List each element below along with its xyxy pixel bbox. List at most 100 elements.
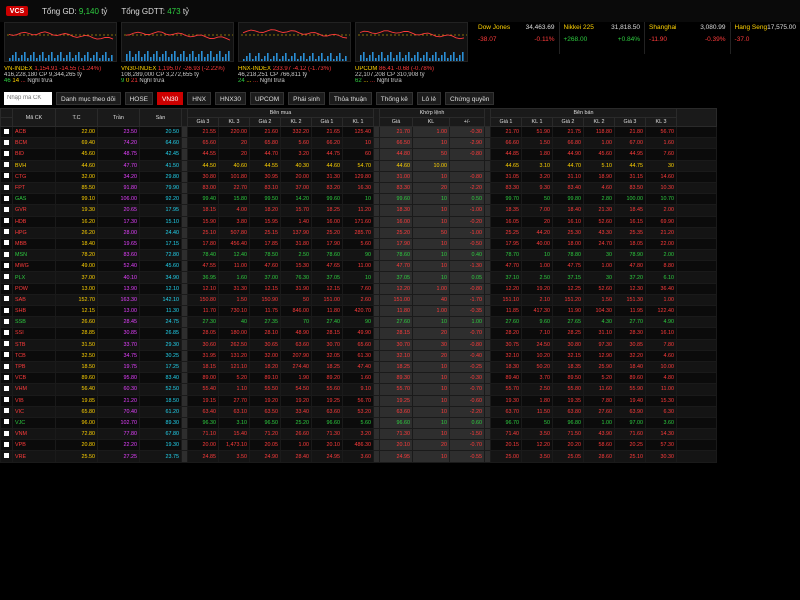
- stock-code[interactable]: VHM: [12, 383, 56, 396]
- ask-price-2[interactable]: 16.10: [552, 215, 584, 228]
- bid-price-3[interactable]: 15.90: [187, 215, 219, 228]
- ask-price-2[interactable]: 25.05: [552, 450, 584, 463]
- ask-price-3[interactable]: 44.95: [614, 148, 646, 161]
- bid-price-2[interactable]: 32.00: [249, 349, 281, 362]
- ask-price-1[interactable]: 71.40: [490, 428, 522, 441]
- bid-price-3[interactable]: 44.55: [187, 148, 219, 161]
- ask-price-3[interactable]: 18.40: [614, 360, 646, 374]
- header-bid-vol-1[interactable]: KL 1: [342, 117, 374, 127]
- stock-code[interactable]: POW: [12, 282, 56, 295]
- checkbox-icon[interactable]: [4, 285, 9, 291]
- row-checkbox[interactable]: [0, 170, 13, 183]
- bid-price-3[interactable]: 12.10: [187, 282, 219, 295]
- bid-price-3[interactable]: 28.05: [187, 327, 219, 340]
- ask-price-2[interactable]: 11.90: [552, 304, 584, 318]
- ask-price-3[interactable]: 71.60: [614, 428, 646, 441]
- stock-row[interactable]: VRE 25.50 27.25 23.75 24.85 3.50 24.90 28.40 24.…: [0, 450, 717, 463]
- row-checkbox[interactable]: [0, 405, 13, 418]
- checkbox-icon[interactable]: [4, 441, 9, 447]
- ask-price-2[interactable]: 18.35: [552, 360, 584, 374]
- bid-price-2[interactable]: 24.90: [249, 450, 281, 463]
- stock-code[interactable]: VIC: [12, 405, 56, 418]
- checkbox-icon[interactable]: [4, 307, 9, 313]
- row-checkbox[interactable]: [0, 249, 13, 262]
- row-checkbox[interactable]: [0, 316, 13, 329]
- ask-price-3[interactable]: 67.00: [614, 137, 646, 150]
- stock-row[interactable]: SSI 28.85 30.85 26.85 28.05 180.00 28.10 48.90 2…: [0, 327, 717, 340]
- bid-price-1[interactable]: 12.15: [311, 282, 343, 295]
- checkbox-icon[interactable]: [4, 352, 9, 358]
- ask-price-1[interactable]: 96.70: [490, 416, 522, 430]
- checkbox-icon[interactable]: [4, 229, 9, 235]
- ask-price-3[interactable]: 25.35: [614, 226, 646, 239]
- bid-price-3[interactable]: 36.95: [187, 271, 219, 284]
- ask-price-3[interactable]: 19.40: [614, 394, 646, 407]
- index-panel[interactable]: UPCOM 86.41 -0.68 (-0.78%) 22,107,208 CP…: [355, 22, 468, 87]
- tab-statistics[interactable]: Thống kê: [375, 91, 413, 105]
- checkbox-icon[interactable]: [4, 296, 9, 302]
- stock-row[interactable]: BID 45.60 48.75 42.45 44.55 20 44.70 3.20 44.75 6…: [0, 148, 717, 161]
- row-checkbox[interactable]: [0, 439, 13, 452]
- ask-price-2[interactable]: 55.80: [552, 383, 584, 396]
- ask-price-2[interactable]: 21.75: [552, 125, 584, 139]
- stock-row[interactable]: ACB 22.00 23.50 20.50 21.55 220.00 21.60 332.20…: [0, 125, 717, 139]
- bid-price-2[interactable]: 21.60: [249, 125, 281, 139]
- bid-price-1[interactable]: 21.65: [311, 125, 343, 139]
- ask-price-3[interactable]: 44.75: [614, 159, 646, 172]
- stock-code[interactable]: GAS: [12, 193, 56, 206]
- checkbox-icon[interactable]: [4, 385, 9, 391]
- ask-price-2[interactable]: 18.00: [552, 237, 584, 251]
- ask-price-3[interactable]: 47.80: [614, 260, 646, 273]
- bid-price-3[interactable]: 11.70: [187, 304, 219, 318]
- ask-price-1[interactable]: 20.15: [490, 439, 522, 452]
- world-index-cell[interactable]: Dow Jones 34,463.69 -38.07 -0.11%: [474, 22, 560, 54]
- bid-price-2[interactable]: 89.10: [249, 372, 281, 385]
- header-bid-vol-2[interactable]: KL 2: [280, 117, 312, 127]
- tab-negotiated[interactable]: Thỏa thuận: [328, 91, 372, 105]
- ask-price-1[interactable]: 32.10: [490, 349, 522, 362]
- stock-code[interactable]: VRE: [12, 450, 56, 463]
- ask-price-3[interactable]: 78.90: [614, 249, 646, 262]
- stock-code[interactable]: BID: [12, 148, 56, 161]
- ask-price-3[interactable]: 27.70: [614, 316, 646, 329]
- bid-price-1[interactable]: 30.70: [311, 338, 343, 351]
- bid-price-3[interactable]: 17.80: [187, 237, 219, 251]
- ask-price-2[interactable]: 89.50: [552, 372, 584, 385]
- ask-price-1[interactable]: 47.70: [490, 260, 522, 273]
- ask-price-3[interactable]: 20.25: [614, 439, 646, 452]
- ask-price-3[interactable]: 18.45: [614, 204, 646, 217]
- index-panel[interactable]: VN30-INDEX 1,195.07 -26.93 (-2.22%) 108,…: [121, 22, 234, 87]
- ask-price-3[interactable]: 31.15: [614, 170, 646, 183]
- bid-price-2[interactable]: 11.75: [249, 304, 281, 318]
- ask-price-1[interactable]: 11.85: [490, 304, 522, 318]
- header-match-price[interactable]: Giá: [379, 117, 413, 127]
- checkbox-icon[interactable]: [4, 341, 9, 347]
- stock-row[interactable]: HDB 16.20 17.30 15.10 15.90 3.80 15.95 1.40 16.0…: [0, 215, 717, 228]
- stock-row[interactable]: MBB 18.40 19.65 17.15 17.80 456.40 17.85 31.80 1…: [0, 237, 717, 251]
- stock-row[interactable]: MSN 78.20 83.60 72.80 78.40 12.40 78.50 2.50 78.…: [0, 249, 717, 262]
- row-checkbox[interactable]: [0, 226, 13, 239]
- tab-derivatives[interactable]: Phái sinh: [288, 91, 325, 105]
- row-checkbox[interactable]: [0, 271, 13, 284]
- stock-code[interactable]: SSI: [12, 327, 56, 340]
- stock-code[interactable]: SSB: [12, 316, 56, 329]
- ask-price-2[interactable]: 71.50: [552, 428, 584, 441]
- ask-price-1[interactable]: 30.75: [490, 338, 522, 351]
- stock-row[interactable]: BVH 44.60 47.70 41.50 44.50 40.60 44.55 40.30 44…: [0, 159, 717, 172]
- bid-price-2[interactable]: 18.20: [249, 204, 281, 217]
- stock-code[interactable]: PLX: [12, 271, 56, 284]
- row-checkbox[interactable]: [0, 204, 13, 217]
- ask-price-1[interactable]: 16.05: [490, 215, 522, 228]
- ask-price-1[interactable]: 151.10: [490, 293, 522, 307]
- header-ask-price-2[interactable]: Giá 2: [552, 117, 584, 127]
- bid-price-1[interactable]: 16.00: [311, 215, 343, 228]
- stock-row[interactable]: SSB 26.60 28.45 24.75 27.30 40 27.35 70 27.40 90 2…: [0, 316, 717, 329]
- bid-price-2[interactable]: 27.35: [249, 316, 281, 329]
- bid-price-1[interactable]: 18.25: [311, 360, 343, 374]
- ask-price-2[interactable]: 20.20: [552, 439, 584, 452]
- row-checkbox[interactable]: [0, 282, 13, 295]
- bid-price-1[interactable]: 55.60: [311, 383, 343, 396]
- bid-price-3[interactable]: 20.00: [187, 439, 219, 452]
- row-checkbox[interactable]: [0, 193, 13, 206]
- row-checkbox[interactable]: [0, 293, 13, 307]
